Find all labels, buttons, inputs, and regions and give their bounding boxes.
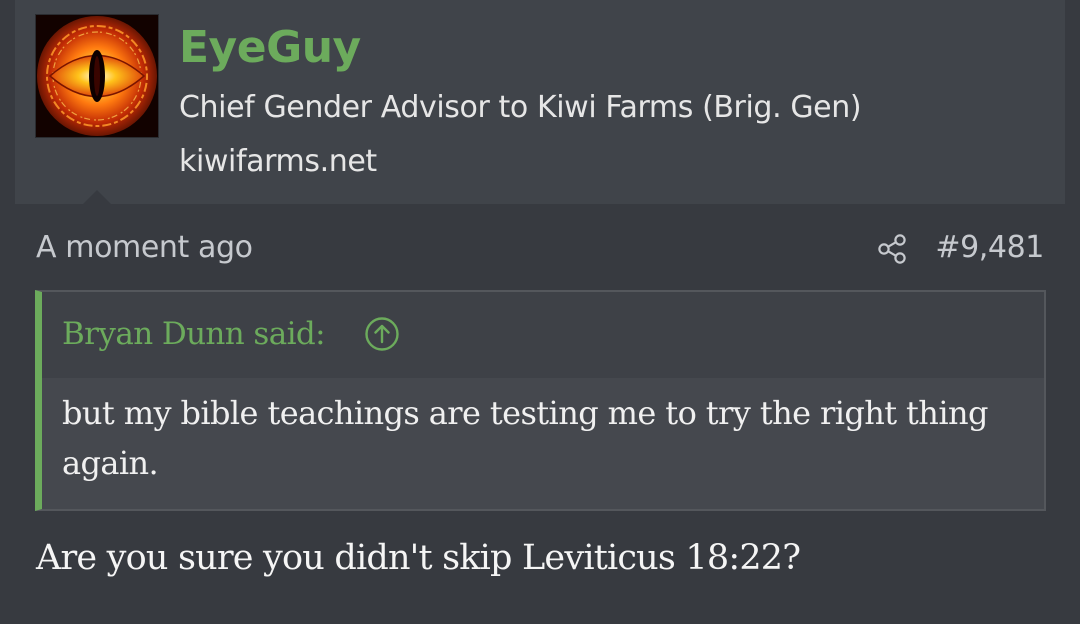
post-number[interactable]: #9,481 xyxy=(935,226,1044,270)
user-header: EyeGuy Chief Gender Advisor to Kiwi Farm… xyxy=(15,0,1065,204)
arrow-up-circle-icon[interactable] xyxy=(364,316,400,352)
quote-body: but my bible teachings are testing me to… xyxy=(62,394,988,482)
quote-header: Bryan Dunn said: xyxy=(42,292,1044,378)
post-timestamp[interactable]: A moment ago xyxy=(36,226,253,270)
username[interactable]: EyeGuy xyxy=(179,18,361,78)
eye-of-sauron-icon xyxy=(36,15,158,137)
reply-text: Are you sure you didn't skip Leviticus 1… xyxy=(36,538,801,578)
avatar[interactable] xyxy=(35,14,159,138)
quote-block: Bryan Dunn said: but my bible teachings … xyxy=(35,290,1046,511)
forum-post: EyeGuy Chief Gender Advisor to Kiwi Farm… xyxy=(0,0,1080,624)
user-site: kiwifarms.net xyxy=(179,144,377,179)
share-icon[interactable] xyxy=(876,232,910,266)
quote-author[interactable]: Bryan Dunn said: xyxy=(62,310,326,358)
header-pointer xyxy=(83,190,111,204)
user-title: Chief Gender Advisor to Kiwi Farms (Brig… xyxy=(179,90,862,125)
